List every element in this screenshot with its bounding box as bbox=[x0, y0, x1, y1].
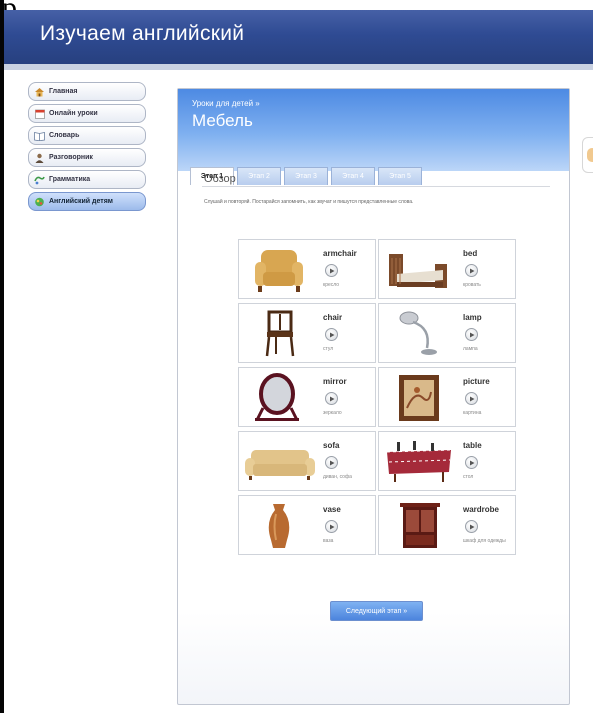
section-divider bbox=[202, 186, 550, 187]
vocab-word: vase bbox=[323, 505, 341, 514]
vocab-word: chair bbox=[323, 313, 343, 322]
mirror-image bbox=[255, 373, 299, 421]
lamp-image bbox=[399, 311, 437, 355]
vocab-word: bed bbox=[463, 249, 478, 258]
play-audio-button[interactable] bbox=[465, 456, 478, 469]
page-title: Мебель bbox=[192, 111, 253, 130]
vocab-translation: картина bbox=[463, 410, 482, 416]
play-icon bbox=[469, 524, 474, 529]
tab-stage-3[interactable]: Этап 3 bbox=[284, 167, 328, 185]
vocab-translation: диван, софа bbox=[323, 474, 352, 480]
side-widget-tab[interactable] bbox=[582, 137, 593, 173]
kids-icon bbox=[34, 197, 45, 207]
vocab-word: table bbox=[463, 441, 482, 450]
vocab-translation: стул bbox=[323, 346, 334, 352]
play-icon bbox=[469, 268, 474, 273]
vocab-card-vase: vase ваза bbox=[238, 495, 376, 555]
grammar-icon bbox=[34, 175, 45, 185]
play-icon bbox=[469, 460, 474, 465]
calendar-icon bbox=[34, 109, 45, 119]
vocab-word: wardrobe bbox=[463, 505, 500, 514]
page: р Изучаем английский Главная Онлайн урок… bbox=[0, 0, 593, 713]
site-title[interactable]: Изучаем английский bbox=[40, 22, 244, 46]
vocab-word: sofa bbox=[323, 441, 340, 450]
play-audio-button[interactable] bbox=[325, 328, 338, 341]
play-icon bbox=[329, 396, 334, 401]
vocab-card-sofa: sofa диван, софа bbox=[238, 431, 376, 491]
vocab-translation: кресло bbox=[323, 282, 340, 288]
vocab-translation: лампа bbox=[463, 346, 478, 352]
sidebar-item-label: Словарь bbox=[49, 132, 80, 139]
sidebar-item-label: Главная bbox=[49, 88, 78, 95]
vocab-card-table: table стол bbox=[378, 431, 516, 491]
lesson-header: Уроки для детей » Мебель bbox=[178, 89, 569, 171]
play-icon bbox=[329, 524, 334, 529]
next-stage-button[interactable]: Следующий этап » bbox=[330, 601, 423, 621]
section-title: Обзор bbox=[204, 173, 236, 185]
vocab-word: mirror bbox=[323, 377, 347, 386]
vocab-translation: кровать bbox=[463, 282, 481, 288]
breadcrumb[interactable]: Уроки для детей » bbox=[192, 99, 260, 108]
play-icon bbox=[329, 268, 334, 273]
site-header: Изучаем английский bbox=[4, 10, 593, 64]
vocab-card-picture: picture картина bbox=[378, 367, 516, 427]
home-icon bbox=[34, 87, 45, 97]
play-audio-button[interactable] bbox=[465, 328, 478, 341]
tab-stage-4[interactable]: Этап 4 bbox=[331, 167, 375, 185]
vocab-card-chair: chair стул bbox=[238, 303, 376, 363]
play-audio-button[interactable] bbox=[325, 392, 338, 405]
sidebar-item-english-for-kids[interactable]: Английский детям bbox=[28, 192, 146, 211]
vase-image bbox=[268, 504, 290, 548]
sidebar-item-phrasebook[interactable]: Разговорник bbox=[28, 148, 146, 167]
bed-image bbox=[389, 254, 447, 288]
sidebar-item-home[interactable]: Главная bbox=[28, 82, 146, 101]
tab-stage-5[interactable]: Этап 5 bbox=[378, 167, 422, 185]
vocab-word: picture bbox=[463, 377, 490, 386]
book-icon bbox=[34, 131, 45, 141]
vocab-card-lamp: lamp лампа bbox=[378, 303, 516, 363]
sofa-image bbox=[245, 450, 315, 480]
sidebar-item-label: Разговорник bbox=[49, 154, 93, 161]
picture-image bbox=[399, 375, 439, 421]
widget-icon bbox=[587, 148, 593, 162]
vocab-translation: стол bbox=[463, 474, 474, 480]
people-icon bbox=[34, 153, 45, 163]
vocab-word: armchair bbox=[323, 249, 357, 258]
play-icon bbox=[469, 332, 474, 337]
instructions-text: Слушай и повторяй. Постарайся запомнить,… bbox=[204, 199, 414, 205]
vocab-card-bed: bed кровать bbox=[378, 239, 516, 299]
vocab-card-mirror: mirror зеркало bbox=[238, 367, 376, 427]
chair-image bbox=[265, 310, 295, 357]
play-icon bbox=[329, 460, 334, 465]
table-image bbox=[386, 441, 452, 482]
lesson-panel: Уроки для детей » Мебель Этап 1 Этап 2 Э… bbox=[177, 88, 570, 705]
wardrobe-image bbox=[400, 503, 440, 548]
play-audio-button[interactable] bbox=[325, 264, 338, 277]
sidebar-item-online-lessons[interactable]: Онлайн уроки bbox=[28, 104, 146, 123]
vocab-card-armchair: armchair кресло bbox=[238, 239, 376, 299]
vocab-translation: шкаф для одежды bbox=[463, 538, 506, 544]
sidebar-nav: Главная Онлайн уроки Словарь Разговорник… bbox=[28, 82, 146, 214]
play-audio-button[interactable] bbox=[465, 520, 478, 533]
sidebar-item-label: Английский детям bbox=[49, 198, 113, 205]
sidebar-item-grammar[interactable]: Грамматика bbox=[28, 170, 146, 189]
tab-stage-2[interactable]: Этап 2 bbox=[237, 167, 281, 185]
play-audio-button[interactable] bbox=[325, 520, 338, 533]
play-icon bbox=[329, 332, 334, 337]
sidebar-item-label: Онлайн уроки bbox=[49, 110, 98, 117]
sidebar-item-label: Грамматика bbox=[49, 176, 91, 183]
vocab-translation: зеркало bbox=[323, 410, 342, 416]
armchair-image bbox=[255, 250, 303, 292]
play-audio-button[interactable] bbox=[465, 264, 478, 277]
play-audio-button[interactable] bbox=[325, 456, 338, 469]
play-icon bbox=[469, 396, 474, 401]
vocab-card-wardrobe: wardrobe шкаф для одежды bbox=[378, 495, 516, 555]
play-audio-button[interactable] bbox=[465, 392, 478, 405]
vocab-translation: ваза bbox=[323, 538, 334, 544]
sidebar-item-dictionary[interactable]: Словарь bbox=[28, 126, 146, 145]
vocab-word: lamp bbox=[463, 313, 482, 322]
